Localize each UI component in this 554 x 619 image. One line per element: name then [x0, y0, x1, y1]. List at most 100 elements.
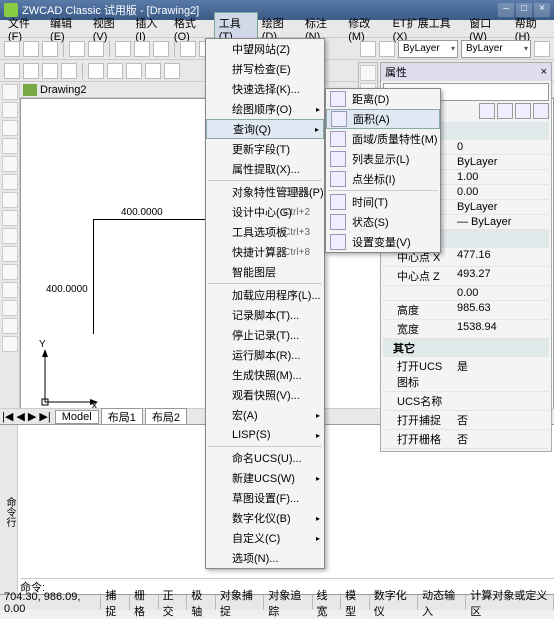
submenu-item[interactable]: 点坐标(I) — [326, 169, 440, 189]
tool-icon[interactable] — [126, 63, 142, 79]
menu-item[interactable]: 生成快照(M)... — [206, 365, 324, 385]
draw-tool-icon[interactable] — [2, 264, 18, 280]
props-close-icon[interactable]: × — [541, 66, 547, 78]
tool-icon[interactable] — [107, 63, 123, 79]
prop-row[interactable]: 中心点 Z493.27 — [383, 267, 549, 286]
prop-row[interactable]: 打开UCS图标是 — [383, 357, 549, 392]
draw-tool-icon[interactable] — [2, 192, 18, 208]
tool-icon[interactable] — [360, 41, 376, 57]
menu-item[interactable]: LISP(S)▸ — [206, 425, 324, 445]
menu-item[interactable]: 宏(A)▸ — [206, 405, 324, 425]
status-toggle[interactable]: 数字化仪 — [370, 595, 418, 610]
cut-icon[interactable] — [115, 41, 131, 57]
tool-icon[interactable] — [23, 63, 39, 79]
mod-tool-icon[interactable] — [360, 65, 376, 81]
color-combo[interactable]: ByLayer — [398, 40, 458, 58]
menu-item[interactable]: 快速选择(K)... — [206, 79, 324, 99]
status-toggle[interactable]: 正交 — [159, 595, 188, 610]
props-tool-icon[interactable] — [515, 103, 531, 119]
status-toggle[interactable]: 线宽 — [313, 595, 342, 610]
menu-item[interactable]: 中望网站(Z) — [206, 39, 324, 59]
submenu-item[interactable]: 设置变量(V) — [326, 232, 440, 252]
menu-item[interactable]: 运行脚本(R)... — [206, 345, 324, 365]
menu-item[interactable]: 设计中心(G)Ctrl+2 — [206, 202, 324, 222]
tool-icon[interactable] — [164, 63, 180, 79]
menu-item[interactable]: 数字化仪(B)▸ — [206, 508, 324, 528]
draw-tool-icon[interactable] — [2, 84, 18, 100]
draw-tool-icon[interactable] — [2, 300, 18, 316]
menu-item[interactable]: 对象特性管理器(P)Ctrl+1 — [206, 182, 324, 202]
undo-icon[interactable] — [180, 41, 196, 57]
copy-icon[interactable] — [134, 41, 150, 57]
submenu-item[interactable]: 列表显示(L) — [326, 149, 440, 169]
prop-row[interactable]: 0.00 — [383, 286, 549, 301]
menu-item[interactable]: 选项(N)... — [206, 548, 324, 568]
submenu-item[interactable]: 面积(A) — [326, 109, 440, 129]
open-icon[interactable] — [23, 41, 39, 57]
linetype-combo[interactable]: ByLayer — [461, 40, 531, 58]
save-icon[interactable] — [42, 41, 58, 57]
prop-row[interactable]: 打开栅格否 — [383, 430, 549, 449]
menu-item[interactable]: 记录脚本(T)... — [206, 305, 324, 325]
model-tab[interactable]: Model — [55, 410, 99, 424]
submenu-item[interactable]: 时间(T) — [326, 192, 440, 212]
submenu-item[interactable]: 面域/质量特性(M) — [326, 129, 440, 149]
tool-icon[interactable] — [4, 63, 20, 79]
submenu-item[interactable]: 状态(S) — [326, 212, 440, 232]
prop-row[interactable]: 宽度1538.94 — [383, 320, 549, 339]
status-toggle[interactable]: 栅格 — [130, 595, 159, 610]
menu-item[interactable]: 查询(Q)▸ — [206, 119, 324, 139]
draw-tool-icon[interactable] — [2, 228, 18, 244]
tool-icon[interactable] — [42, 63, 58, 79]
tool-icon[interactable] — [145, 63, 161, 79]
menu-item[interactable]: 加载应用程序(L)... — [206, 285, 324, 305]
layout2-tab[interactable]: 布局2 — [145, 408, 187, 426]
props-tool-icon[interactable] — [533, 103, 549, 119]
tool-icon[interactable] — [379, 41, 395, 57]
status-toggle[interactable]: 模型 — [341, 595, 370, 610]
draw-tool-icon[interactable] — [2, 102, 18, 118]
tool-icon[interactable] — [88, 63, 104, 79]
status-toggle[interactable]: 对象捕捉 — [216, 595, 264, 610]
prop-row[interactable]: UCS名称 — [383, 392, 549, 411]
props-tool-icon[interactable] — [479, 103, 495, 119]
menu-item[interactable]: 拼写检查(E) — [206, 59, 324, 79]
tool-icon[interactable] — [534, 41, 550, 57]
submenu-item[interactable]: 距离(D) — [326, 89, 440, 109]
menu-item[interactable]: 新建UCS(W)▸ — [206, 468, 324, 488]
tool-icon[interactable] — [61, 63, 77, 79]
status-toggle[interactable]: 对象追踪 — [264, 595, 312, 610]
new-icon[interactable] — [4, 41, 20, 57]
print-icon[interactable] — [69, 41, 85, 57]
menu-item[interactable]: 智能图层 — [206, 262, 324, 282]
menu-item[interactable]: 自定义(C)▸ — [206, 528, 324, 548]
draw-tool-icon[interactable] — [2, 336, 18, 352]
status-toggle[interactable]: 极轴 — [187, 595, 216, 610]
props-tool-icon[interactable] — [497, 103, 513, 119]
menu-item[interactable]: 停止记录(T)... — [206, 325, 324, 345]
prop-row[interactable]: 高度985.63 — [383, 301, 549, 320]
menu-item[interactable]: 属性提取(X)... — [206, 159, 324, 179]
draw-tool-icon[interactable] — [2, 174, 18, 190]
draw-tool-icon[interactable] — [2, 138, 18, 154]
draw-tool-icon[interactable] — [2, 156, 18, 172]
draw-tool-icon[interactable] — [2, 318, 18, 334]
status-toggle[interactable]: 动态输入 — [418, 595, 466, 610]
menu-item[interactable]: 命名UCS(U)... — [206, 448, 324, 468]
doc-title[interactable]: Drawing2 — [40, 84, 86, 96]
menu-item[interactable]: 更新字段(T) — [206, 139, 324, 159]
layout1-tab[interactable]: 布局1 — [101, 408, 143, 426]
paste-icon[interactable] — [153, 41, 169, 57]
menu-item[interactable]: 观看快照(V)... — [206, 385, 324, 405]
draw-tool-icon[interactable] — [2, 246, 18, 262]
tab-nav[interactable]: |◀ ◀ ▶ ▶| — [0, 410, 53, 423]
draw-tool-icon[interactable] — [2, 120, 18, 136]
menu-item[interactable]: 工具选项板Ctrl+3 — [206, 222, 324, 242]
status-toggle[interactable]: 捕捉 — [101, 595, 130, 610]
draw-tool-icon[interactable] — [2, 210, 18, 226]
menu-item[interactable]: 草图设置(F)... — [206, 488, 324, 508]
preview-icon[interactable] — [88, 41, 104, 57]
draw-tool-icon[interactable] — [2, 282, 18, 298]
prop-row[interactable]: 打开捕捉否 — [383, 411, 549, 430]
status-toggle[interactable]: 计算对象或定义区 — [466, 595, 554, 610]
